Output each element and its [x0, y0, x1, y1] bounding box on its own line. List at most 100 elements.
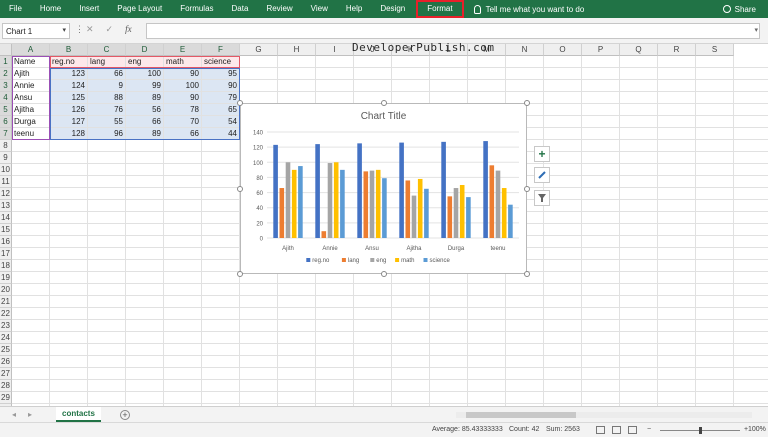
chart-bar[interactable] — [279, 188, 285, 238]
chart-styles-button[interactable] — [534, 167, 550, 183]
zoom-slider-thumb[interactable] — [699, 427, 702, 434]
chart-bar[interactable] — [508, 204, 513, 238]
chart-bar[interactable] — [399, 142, 404, 238]
row-header-22[interactable]: 22 — [0, 308, 12, 320]
chart-bar[interactable] — [483, 141, 488, 238]
cancel-icon[interactable]: ✕ — [86, 24, 94, 35]
column-header-p[interactable]: P — [582, 44, 620, 56]
column-header-e[interactable]: E — [164, 44, 202, 56]
chart-filters-button[interactable] — [534, 190, 550, 206]
row-header-6[interactable]: 6 — [0, 116, 12, 128]
resize-handle[interactable] — [380, 100, 387, 106]
chart-bar[interactable] — [424, 188, 429, 238]
chart[interactable]: Chart Title 0 20 40 60 80 100 120 140 Ajith Annie… — [240, 103, 527, 274]
chart-bar[interactable] — [489, 165, 495, 238]
chart-bar[interactable] — [459, 185, 465, 238]
chart-bar[interactable] — [357, 143, 362, 238]
ribbon-tab-format[interactable]: Format — [416, 0, 464, 18]
row-header-18[interactable]: 18 — [0, 260, 12, 272]
column-header-c[interactable]: C — [88, 44, 126, 56]
row-header-5[interactable]: 5 — [0, 104, 12, 116]
row-header-29[interactable]: 29 — [0, 392, 12, 404]
column-header-f[interactable]: F — [202, 44, 240, 56]
ribbon-tab-design[interactable]: Design — [371, 0, 414, 18]
row-header-14[interactable]: 14 — [0, 212, 12, 224]
scroll-left-icon[interactable]: ◂ — [12, 410, 16, 419]
row-header-1[interactable]: 1 — [0, 56, 12, 68]
chart-bar[interactable] — [501, 188, 507, 238]
chart-bar[interactable] — [369, 170, 375, 238]
chart-bar[interactable] — [298, 166, 303, 238]
zoom-out-icon[interactable]: − — [647, 426, 651, 433]
chart-bar[interactable] — [375, 169, 381, 238]
ribbon-tab-home[interactable]: Home — [31, 0, 70, 18]
chart-bar[interactable] — [382, 178, 387, 238]
ribbon-tab-page-layout[interactable]: Page Layout — [108, 0, 171, 18]
chart-bar[interactable] — [495, 170, 501, 238]
column-header-r[interactable]: R — [658, 44, 696, 56]
row-header-10[interactable]: 10 — [0, 164, 12, 176]
row-header-20[interactable]: 20 — [0, 284, 12, 296]
row-header-27[interactable]: 27 — [0, 368, 12, 380]
ribbon-tab-help[interactable]: Help — [337, 0, 371, 18]
row-header-13[interactable]: 13 — [0, 200, 12, 212]
horizontal-scrollbar[interactable] — [456, 411, 752, 419]
chart-bar[interactable] — [363, 171, 369, 238]
row-header-11[interactable]: 11 — [0, 176, 12, 188]
chart-bar[interactable] — [321, 231, 327, 238]
name-box[interactable]: Chart 1 ▾ — [2, 23, 70, 39]
chart-elements-button[interactable]: + — [534, 146, 550, 162]
page-break-view-icon[interactable] — [628, 426, 637, 434]
chart-bar[interactable] — [333, 162, 339, 238]
chart-bar[interactable] — [315, 144, 320, 238]
row-header-4[interactable]: 4 — [0, 92, 12, 104]
row-header-26[interactable]: 26 — [0, 356, 12, 368]
row-header-19[interactable]: 19 — [0, 272, 12, 284]
row-header-25[interactable]: 25 — [0, 344, 12, 356]
select-all-corner[interactable] — [0, 44, 12, 56]
expand-formula-icon[interactable]: ▾ — [754, 26, 758, 34]
scroll-right-icon[interactable]: ▸ — [28, 410, 32, 419]
chart-bar[interactable] — [405, 180, 411, 238]
tell-me-box[interactable]: Tell me what you want to do — [473, 4, 584, 14]
row-header-7[interactable]: 7 — [0, 128, 12, 140]
row-header-23[interactable]: 23 — [0, 320, 12, 332]
row-header-2[interactable]: 2 — [0, 68, 12, 80]
column-header-a[interactable]: A — [12, 44, 50, 56]
insert-function-icon[interactable]: fx — [125, 24, 132, 35]
ribbon-tab-file[interactable]: File — [0, 0, 31, 18]
zoom-level[interactable]: 100% — [748, 426, 766, 433]
chart-bar[interactable] — [273, 144, 278, 238]
column-header-q[interactable]: Q — [620, 44, 658, 56]
chevron-down-icon[interactable]: ▾ — [62, 26, 66, 34]
column-header-d[interactable]: D — [126, 44, 164, 56]
column-header-g[interactable]: G — [240, 44, 278, 56]
row-header-9[interactable]: 9 — [0, 152, 12, 164]
add-sheet-icon[interactable]: + — [120, 410, 130, 420]
resize-handle[interactable] — [380, 271, 387, 277]
column-header-o[interactable]: O — [544, 44, 582, 56]
sheet-tab-contacts[interactable]: contacts — [56, 407, 101, 422]
row-header-15[interactable]: 15 — [0, 224, 12, 236]
row-header-28[interactable]: 28 — [0, 380, 12, 392]
chart-bar[interactable] — [417, 178, 423, 238]
chart-bar[interactable] — [447, 196, 453, 238]
enter-icon[interactable]: ✓ — [106, 24, 114, 35]
formula-input[interactable] — [146, 23, 760, 39]
chart-bar[interactable] — [466, 197, 471, 238]
chart-bar[interactable] — [291, 169, 297, 238]
chart-bar[interactable] — [327, 163, 333, 238]
row-header-17[interactable]: 17 — [0, 248, 12, 260]
column-header-b[interactable]: B — [50, 44, 88, 56]
chart-bar[interactable] — [340, 169, 345, 238]
column-header-h[interactable]: H — [278, 44, 316, 56]
share-button[interactable]: Share — [722, 0, 756, 18]
row-header-21[interactable]: 21 — [0, 296, 12, 308]
chart-bar[interactable] — [411, 195, 417, 238]
column-header-n[interactable]: N — [506, 44, 544, 56]
ribbon-tab-data[interactable]: Data — [223, 0, 258, 18]
page-layout-view-icon[interactable] — [612, 426, 621, 434]
resize-handle[interactable] — [524, 185, 530, 192]
resize-handle[interactable] — [524, 271, 530, 277]
row-header-3[interactable]: 3 — [0, 80, 12, 92]
